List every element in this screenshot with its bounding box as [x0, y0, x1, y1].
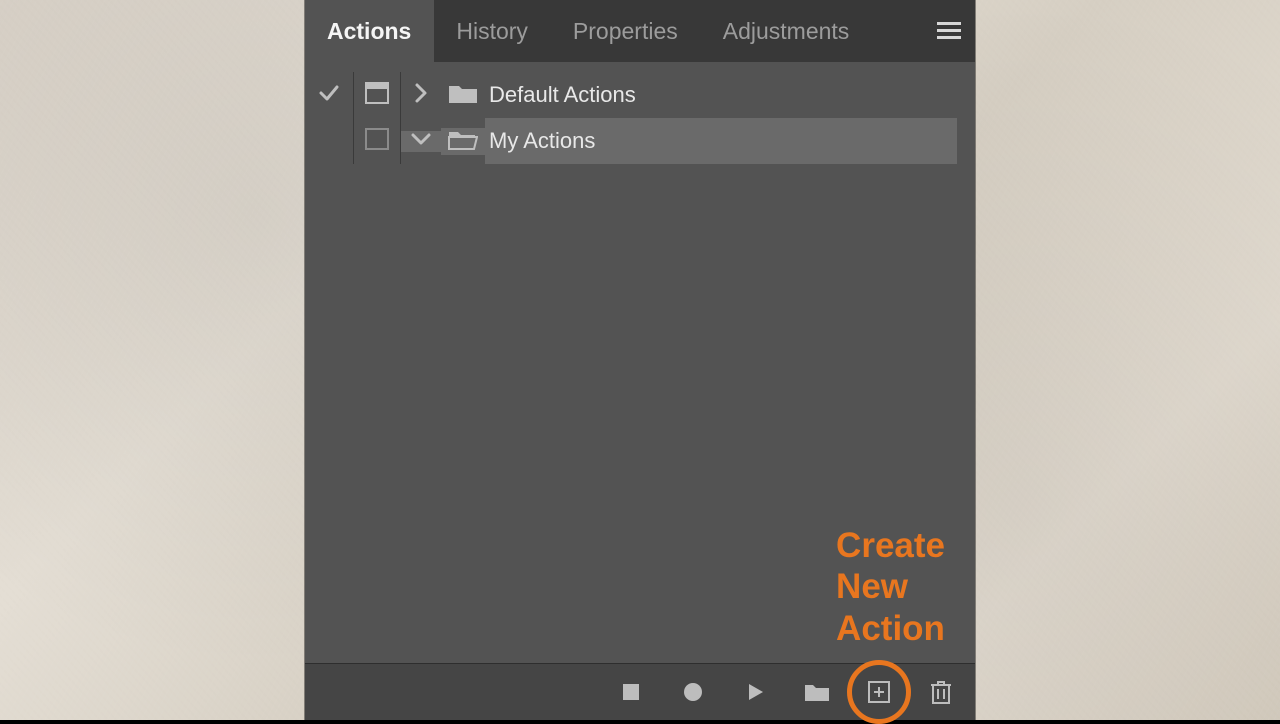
panel-tabs: Actions History Properties Adjustments — [305, 0, 975, 62]
row-default-actions[interactable]: Default Actions — [305, 72, 975, 118]
tab-properties-label: Properties — [573, 18, 678, 45]
toggle-dialog[interactable] — [354, 72, 401, 118]
toggle-include[interactable] — [305, 72, 354, 118]
actions-list: Default Actions — [305, 62, 975, 164]
annotation-label: Create New Action — [836, 525, 945, 649]
chevron-right-icon — [413, 82, 429, 109]
tabs-spacer — [872, 0, 923, 62]
new-action-button[interactable] — [865, 678, 893, 706]
toggle-dialog[interactable] — [354, 118, 401, 164]
tab-adjustments-label: Adjustments — [723, 18, 850, 45]
tab-actions[interactable]: Actions — [305, 0, 434, 62]
panel-footer — [305, 663, 975, 720]
stop-icon — [621, 682, 641, 702]
record-button[interactable] — [679, 678, 707, 706]
panel-menu-icon — [937, 22, 961, 40]
new-set-icon — [804, 681, 830, 703]
annotation-line3: Action — [836, 608, 945, 649]
my-actions-label: My Actions — [489, 128, 595, 154]
dialog-toggle-icon — [365, 128, 389, 155]
row-my-actions[interactable]: My Actions — [305, 118, 975, 164]
folder-cell — [441, 82, 485, 109]
annotation-line2: New — [836, 566, 945, 607]
default-actions-label: Default Actions — [489, 82, 636, 108]
annotation-line1: Create — [836, 525, 945, 566]
delete-button[interactable] — [927, 678, 955, 706]
tab-history-label: History — [456, 18, 528, 45]
actions-panel: Actions History Properties Adjustments — [305, 0, 975, 720]
expand-toggle[interactable] — [401, 82, 441, 109]
panel-body: Create New Action — [305, 164, 975, 663]
checkmark-icon — [317, 81, 341, 110]
folder-closed-icon — [448, 82, 478, 109]
trash-icon — [930, 679, 952, 705]
tab-properties[interactable]: Properties — [551, 0, 701, 62]
expand-toggle[interactable] — [401, 131, 441, 152]
folder-open-icon — [448, 128, 478, 155]
new-action-icon — [867, 680, 891, 704]
row-label: Default Actions — [485, 72, 975, 118]
toggle-include[interactable] — [305, 118, 354, 164]
new-set-button[interactable] — [803, 678, 831, 706]
stop-button[interactable] — [617, 678, 645, 706]
record-icon — [682, 681, 704, 703]
panel-menu-button[interactable] — [923, 0, 975, 62]
dialog-toggle-icon — [365, 82, 389, 109]
folder-cell — [441, 128, 485, 155]
play-icon — [744, 681, 766, 703]
row-label: My Actions — [485, 118, 957, 164]
tab-actions-label: Actions — [327, 18, 411, 45]
tab-adjustments[interactable]: Adjustments — [701, 0, 873, 62]
chevron-down-icon — [410, 131, 432, 152]
play-button[interactable] — [741, 678, 769, 706]
footer-wrap — [305, 663, 975, 720]
tab-history[interactable]: History — [434, 0, 551, 62]
